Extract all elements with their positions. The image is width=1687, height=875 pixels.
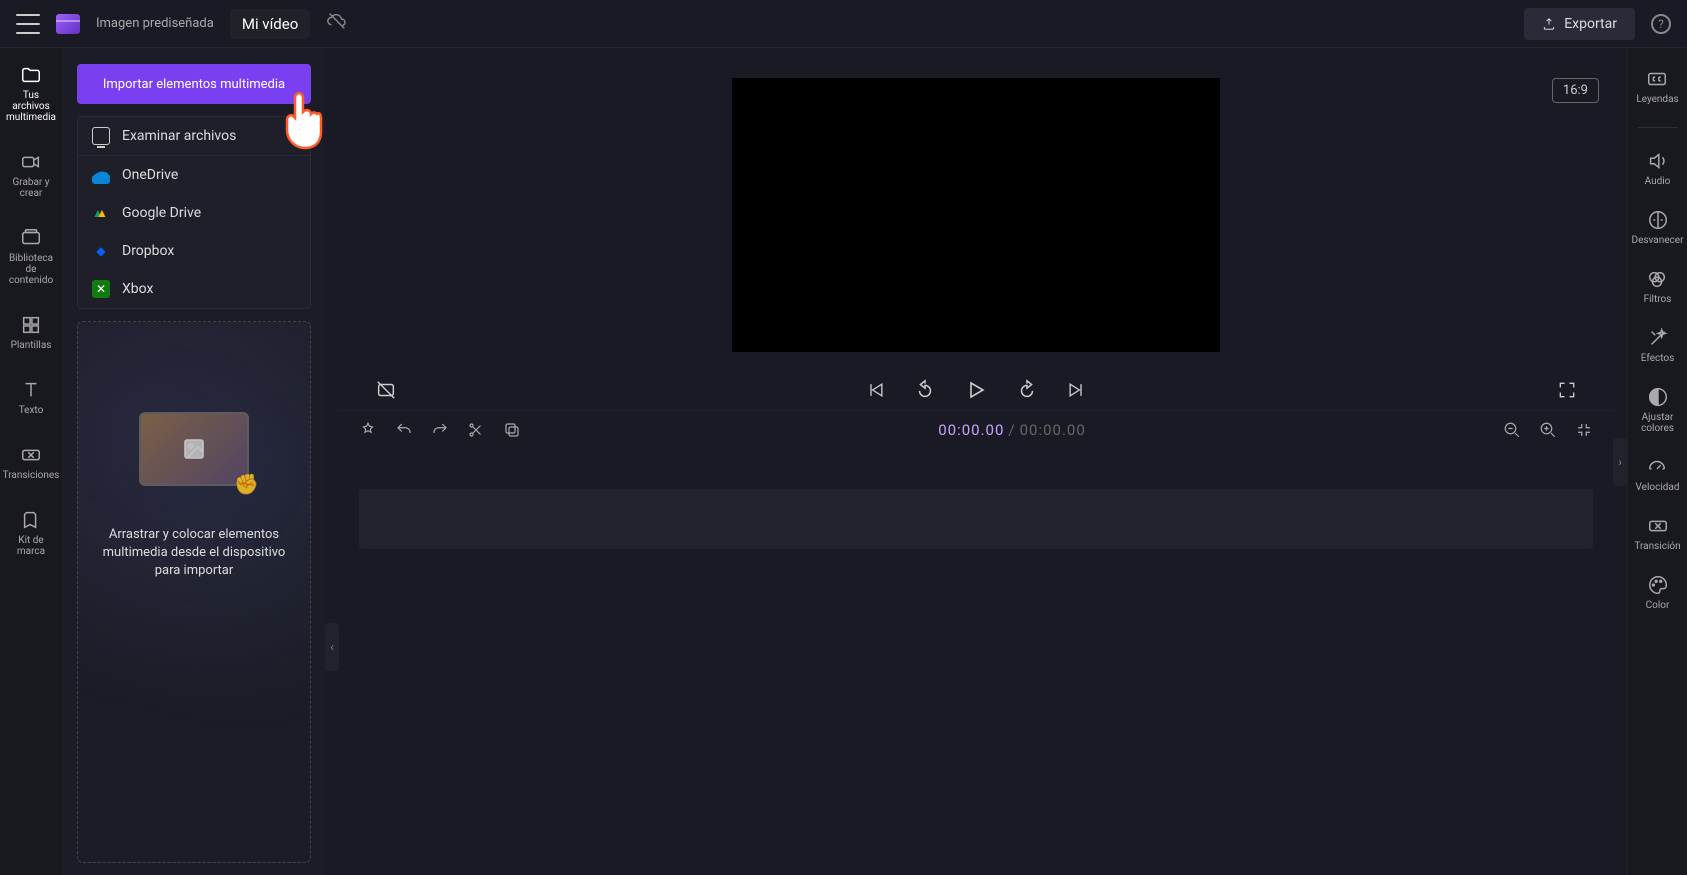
right-item-transition[interactable]: Transición <box>1634 515 1680 552</box>
right-item-label: Transición <box>1634 541 1680 552</box>
sidebar-item-text[interactable]: Texto <box>15 375 48 420</box>
sidebar-item-label: Biblioteca de contenido <box>4 253 58 286</box>
onedrive-icon <box>92 166 110 184</box>
right-item-captions[interactable]: Leyendas <box>1636 68 1678 105</box>
app-logo-icon <box>56 14 80 34</box>
split-icon[interactable] <box>467 421 485 439</box>
import-option-xbox[interactable]: ✕ Xbox <box>78 270 310 308</box>
sidebar-item-label: Texto <box>19 405 44 416</box>
right-item-color[interactable]: Color <box>1646 574 1670 611</box>
zoom-in-icon[interactable] <box>1539 421 1557 439</box>
right-item-label: Velocidad <box>1636 482 1680 493</box>
sidebar-item-record[interactable]: Grabar y crear <box>0 147 62 203</box>
import-option-label: Google Drive <box>122 205 201 221</box>
right-sidebar: Leyendas Audio Desvanecer Filtros Efecto… <box>1627 48 1687 875</box>
minimize-icon[interactable] <box>1575 421 1593 439</box>
timeline-toolbar: 00:00.00/00:00.00 <box>339 410 1613 449</box>
sidebar-item-brandkit[interactable]: Kit de marca <box>0 505 62 561</box>
dropbox-icon: ◆ <box>92 242 110 260</box>
sidebar-item-label: Kit de marca <box>4 535 58 557</box>
skip-forward-icon[interactable] <box>1066 380 1086 400</box>
right-item-effects[interactable]: Efectos <box>1641 327 1675 364</box>
redo-icon[interactable] <box>431 421 449 439</box>
undo-icon[interactable] <box>395 421 413 439</box>
left-sidebar: Tus archivos multimedia Grabar y crear B… <box>0 48 63 875</box>
preview-area: 16:9 <box>339 48 1613 362</box>
import-option-label: Dropbox <box>122 243 174 259</box>
sidebar-item-transitions[interactable]: Transiciones <box>0 440 63 485</box>
right-item-audio[interactable]: Audio <box>1645 150 1671 187</box>
import-dropdown: Examinar archivos OneDrive Google Drive … <box>77 116 311 309</box>
duplicate-icon[interactable] <box>503 421 521 439</box>
right-item-adjust-colors[interactable]: Ajustar colores <box>1628 386 1687 434</box>
sidebar-item-templates[interactable]: Plantillas <box>7 310 56 355</box>
editor-center: 16:9 00:00.00/00:00.00 <box>339 48 1613 875</box>
sidebar-item-label: Tus archivos multimedia <box>4 90 58 123</box>
cloud-off-icon[interactable] <box>326 10 348 37</box>
export-button-label: Exportar <box>1564 16 1617 32</box>
separator <box>1638 127 1678 128</box>
right-item-label: Efectos <box>1641 353 1675 364</box>
import-option-dropbox[interactable]: ◆ Dropbox <box>78 232 310 270</box>
right-item-label: Color <box>1646 600 1670 611</box>
xbox-icon: ✕ <box>92 280 110 298</box>
import-option-label: OneDrive <box>122 167 178 183</box>
zoom-out-icon[interactable] <box>1503 421 1521 439</box>
help-icon[interactable]: ? <box>1651 14 1671 34</box>
menu-hamburger-icon[interactable] <box>16 14 40 34</box>
timeline-track[interactable] <box>359 489 1593 549</box>
right-item-filters[interactable]: Filtros <box>1644 268 1672 305</box>
total-time: 00:00.00 <box>1020 421 1086 439</box>
safe-zone-icon[interactable] <box>375 379 397 401</box>
right-item-label: Desvanecer <box>1632 235 1684 246</box>
right-item-label: Leyendas <box>1636 94 1678 105</box>
import-option-browse[interactable]: Examinar archivos <box>78 117 310 156</box>
timeline-body[interactable] <box>339 449 1613 875</box>
playback-controls <box>339 362 1613 410</box>
collapse-right-panel-button[interactable]: › <box>1613 438 1627 486</box>
import-media-button[interactable]: Importar elementos multimedia <box>77 64 311 104</box>
magic-icon[interactable] <box>359 421 377 439</box>
media-dropzone[interactable]: ✊ Arrastrar y colocar elementos multimed… <box>77 321 311 863</box>
clipart-label: Imagen prediseñada <box>96 16 214 31</box>
dropzone-text: Arrastrar y colocar elementos multimedia… <box>78 526 310 581</box>
right-item-label: Ajustar colores <box>1628 412 1687 434</box>
forward-icon[interactable] <box>1016 379 1038 401</box>
fullscreen-icon[interactable] <box>1557 380 1577 400</box>
grab-cursor-icon: ✊ <box>234 472 259 496</box>
video-canvas[interactable] <box>732 78 1220 352</box>
google-drive-icon <box>92 204 110 222</box>
import-option-onedrive[interactable]: OneDrive <box>78 156 310 194</box>
skip-back-icon[interactable] <box>866 380 886 400</box>
export-button[interactable]: Exportar <box>1524 8 1635 40</box>
import-option-label: Xbox <box>122 281 153 297</box>
dropzone-placeholder-icon: ✊ <box>139 412 249 486</box>
time-display: 00:00.00/00:00.00 <box>539 421 1485 439</box>
right-item-label: Filtros <box>1644 294 1672 305</box>
right-item-speed[interactable]: Velocidad <box>1636 456 1680 493</box>
rewind-icon[interactable] <box>914 379 936 401</box>
video-title[interactable]: Mi vídeo <box>230 9 310 39</box>
sidebar-item-label: Plantillas <box>11 340 52 351</box>
collapse-left-panel-button[interactable]: ‹ <box>325 623 339 671</box>
import-option-gdrive[interactable]: Google Drive <box>78 194 310 232</box>
play-icon[interactable] <box>964 378 988 402</box>
right-item-fade[interactable]: Desvanecer <box>1632 209 1684 246</box>
sidebar-item-label: Transiciones <box>3 470 60 481</box>
aspect-ratio-button[interactable]: 16:9 <box>1552 78 1599 103</box>
right-item-label: Audio <box>1645 176 1671 187</box>
sidebar-item-label: Grabar y crear <box>4 177 58 199</box>
current-time: 00:00.00 <box>938 421 1004 439</box>
sidebar-item-media[interactable]: Tus archivos multimedia <box>0 60 62 127</box>
sidebar-item-library[interactable]: Biblioteca de contenido <box>0 223 62 290</box>
import-option-label: Examinar archivos <box>122 128 236 144</box>
topbar: Imagen prediseñada Mi vídeo Exportar ? <box>0 0 1687 48</box>
monitor-icon <box>92 127 110 145</box>
media-panel: Importar elementos multimedia Examinar a… <box>63 48 325 875</box>
